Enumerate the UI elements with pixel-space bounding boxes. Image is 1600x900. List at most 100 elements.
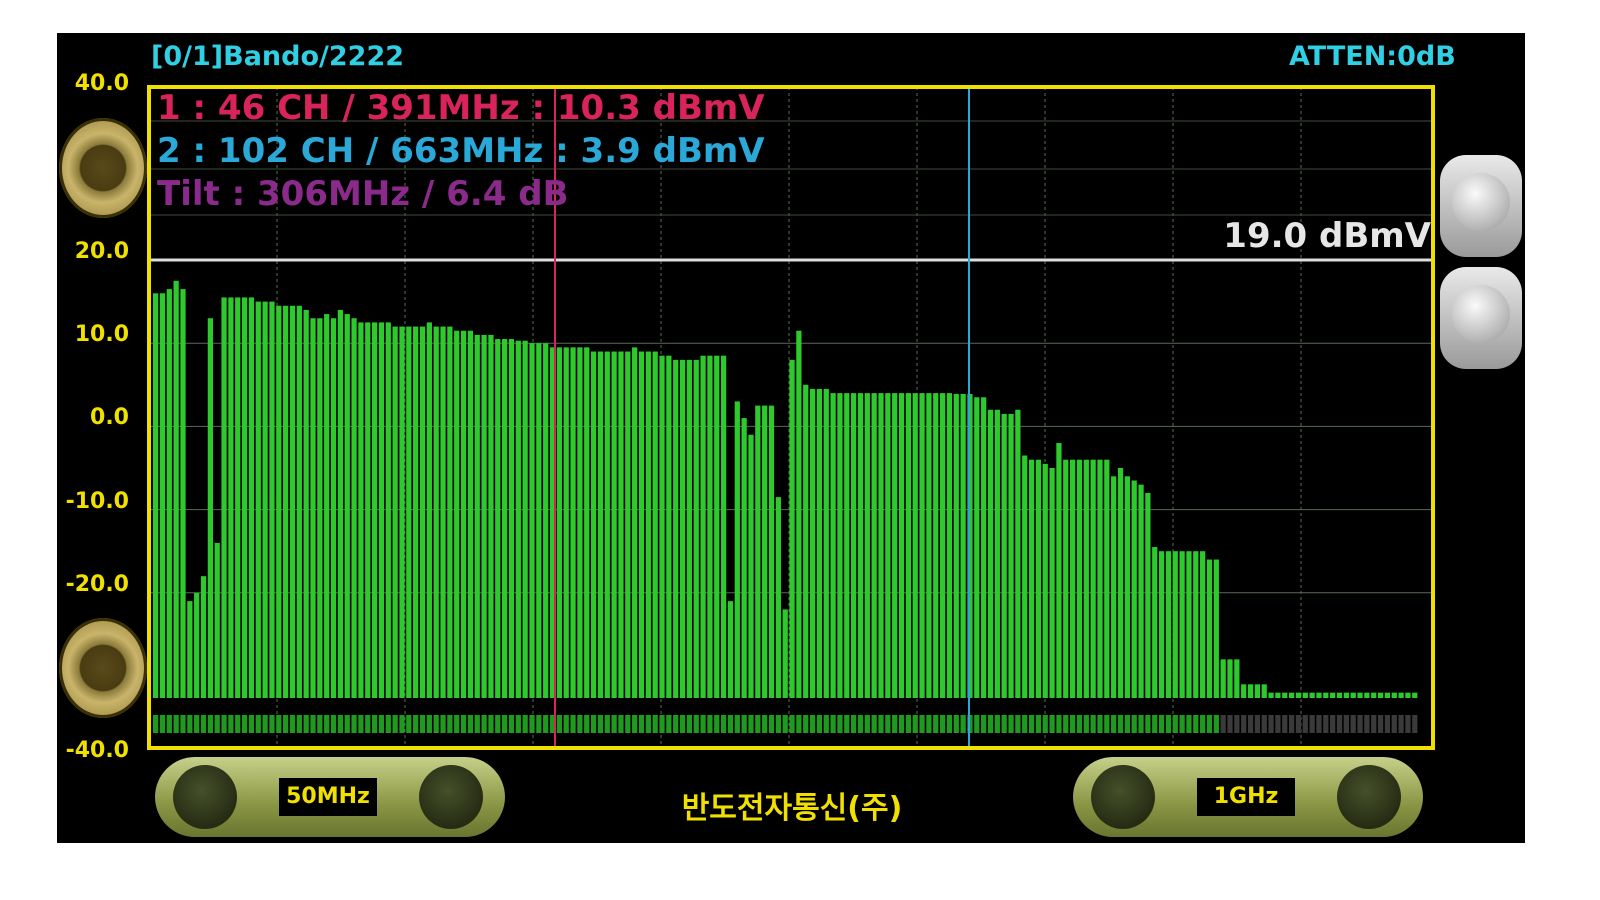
channel-indicator: [392, 715, 398, 733]
spectrum-bar: [577, 347, 583, 698]
spectrum-bar: [885, 393, 891, 698]
channel-indicator: [200, 715, 207, 733]
spectrum-bar: [755, 405, 761, 698]
channel-indicator: [686, 715, 693, 733]
spectrum-bar: [666, 355, 672, 698]
spectrum-bar: [1028, 459, 1035, 698]
channel-indicator: [741, 715, 747, 733]
stop-freq-up-button[interactable]: [1337, 765, 1401, 829]
spectrum-bar: [1220, 659, 1226, 698]
spectrum-bar: [1090, 459, 1096, 698]
channel-indicator: [987, 715, 994, 733]
spectrum-bar: [830, 393, 836, 698]
channel-indicator: [1158, 715, 1165, 733]
channel-indicator: [248, 715, 255, 733]
channel-indicator: [673, 715, 679, 733]
spectrum-bar: [1206, 559, 1213, 698]
spectrum-bar: [1001, 413, 1007, 698]
spectrum-bar: [173, 280, 179, 698]
spectrum-bar: [1336, 692, 1343, 698]
channel-indicator: [823, 715, 829, 733]
spectrum-bar: [673, 359, 679, 698]
spectrum-bar: [371, 322, 378, 698]
spectrum-bar: [1377, 692, 1384, 698]
spectrum-bar: [1172, 551, 1178, 698]
spectrum-bar: [1063, 459, 1069, 698]
channel-indicator: [228, 715, 234, 733]
spectrum-bar: [460, 330, 467, 698]
channel-indicator: [1200, 715, 1206, 733]
spectrum-bar: [987, 409, 994, 698]
arrow-down-icon: [1452, 285, 1510, 343]
spectrum-bar: [994, 409, 1000, 698]
channel-indicator: [1193, 715, 1199, 733]
ref-up-button[interactable]: [1440, 155, 1522, 257]
channel-indicator: [570, 715, 576, 733]
channel-indicator: [365, 715, 371, 733]
channel-indicator: [235, 715, 241, 733]
channel-indicator: [782, 715, 788, 733]
channel-indicator: [1213, 715, 1219, 733]
channel-indicator: [474, 715, 480, 733]
channel-indicator: [153, 715, 159, 733]
channel-indicator: [406, 715, 412, 733]
spectrum-bar: [1295, 692, 1302, 698]
spectrum-bar: [974, 397, 980, 698]
spectrum-bar: [659, 355, 665, 698]
channel-indicator: [159, 715, 166, 733]
y-tick-label: -20.0: [65, 572, 129, 597]
start-frequency-control: 50MHz: [155, 757, 505, 837]
spectrum-bar: [474, 334, 480, 698]
attenuation-label: ATTEN:0dB: [1289, 41, 1456, 72]
arrow-up-icon: [1452, 173, 1510, 231]
channel-indicator: [1241, 715, 1247, 733]
channel-indicator: [1302, 715, 1308, 733]
start-freq-down-button[interactable]: [173, 765, 237, 829]
channel-indicator: [495, 715, 501, 733]
channel-indicator: [1227, 715, 1233, 733]
level-down-knob[interactable]: [59, 618, 147, 718]
spectrum-bar: [638, 351, 645, 698]
channel-indicator: [1343, 715, 1349, 733]
spectrum-bar: [1186, 551, 1192, 698]
channel-indicator: [556, 715, 562, 733]
spectrum-plot: 1 : 46 CH / 391MHz : 10.3 dBmV 2 : 102 CH…: [147, 85, 1435, 750]
channel-indicator: [864, 715, 870, 733]
channel-indicator: [1377, 715, 1384, 733]
spectrum-bar: [159, 293, 166, 698]
stop-freq-down-button[interactable]: [1091, 765, 1155, 829]
spectrum-bar: [221, 297, 227, 698]
ref-down-button[interactable]: [1440, 267, 1522, 369]
spectrum-bar: [358, 322, 364, 698]
spectrum-bar: [1302, 692, 1308, 698]
channel-indicator: [1152, 715, 1158, 733]
channel-indicator: [1384, 715, 1391, 733]
channel-indicator: [1104, 715, 1110, 733]
channel-indicator: [1008, 715, 1014, 733]
spectrum-bar: [953, 393, 959, 698]
start-freq-up-button[interactable]: [419, 765, 483, 829]
spectrum-bar: [1035, 459, 1042, 698]
spectrum-bar: [1261, 684, 1267, 698]
spectrum-bar: [1309, 692, 1315, 698]
spectrum-bar: [809, 388, 816, 698]
channel-indicator: [262, 715, 268, 733]
spectrum-bar: [1069, 459, 1076, 698]
channel-indicator: [666, 715, 672, 733]
spectrum-bar: [337, 309, 344, 698]
channel-indicator: [440, 715, 446, 733]
channel-indicator: [276, 715, 282, 733]
spectrum-bar: [1097, 459, 1103, 698]
channel-indicator: [604, 715, 610, 733]
start-frequency-value: 50MHz: [279, 778, 377, 816]
channel-indicator: [1124, 715, 1130, 733]
spectrum-bar: [1241, 684, 1247, 698]
channel-indicator: [898, 715, 905, 733]
spectrum-bar: [1131, 480, 1137, 698]
spectrum-bar: [543, 343, 549, 698]
level-up-knob[interactable]: [59, 118, 147, 218]
channel-indicator: [1165, 715, 1172, 733]
analyzer-screen: [0/1]Bando/2222 ATTEN:0dB 40.0 20.0 10.0…: [57, 33, 1525, 843]
spectrum-bar: [960, 393, 966, 698]
channel-indicator: [515, 715, 521, 733]
